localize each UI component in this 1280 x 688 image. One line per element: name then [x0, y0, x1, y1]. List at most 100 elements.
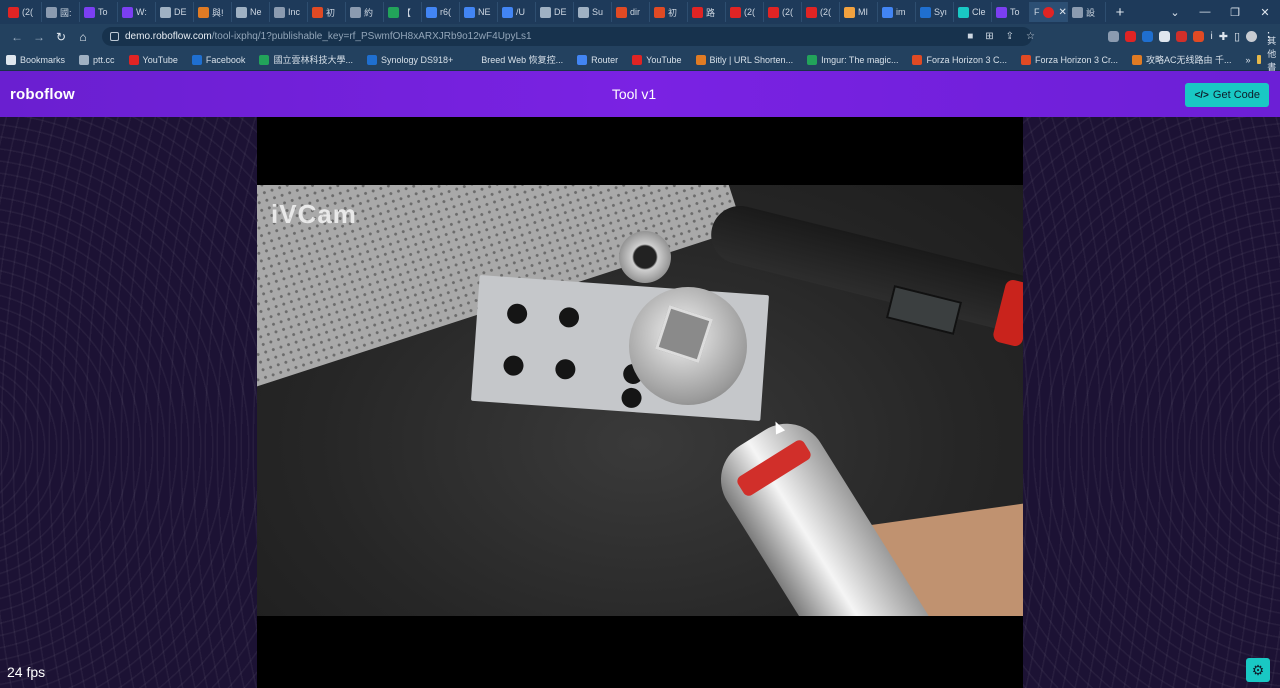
- bookmark-favicon-icon: [259, 54, 270, 65]
- browser-tab[interactable]: Ne: [232, 2, 270, 22]
- tab-label: im: [896, 7, 906, 17]
- browser-tab[interactable]: Su: [574, 2, 612, 22]
- bookmark-item[interactable]: 攻略AC无线路由 千...: [1132, 53, 1232, 66]
- info-icon[interactable]: i: [1210, 31, 1212, 42]
- browser-tab[interactable]: MI: [840, 2, 878, 22]
- browser-tab[interactable]: DE: [156, 2, 194, 22]
- wrench-socket: [619, 231, 671, 283]
- folder-icon: [1256, 55, 1262, 64]
- tab-label: DE: [174, 7, 187, 17]
- bookmark-label: 攻略AC无线路由 千...: [1146, 55, 1232, 65]
- new-tab-button[interactable]: +: [1110, 4, 1130, 21]
- window-controls: ⌄ — ❐ ✕: [1160, 0, 1280, 24]
- bookmark-item[interactable]: YouTube: [128, 54, 178, 65]
- restore-button[interactable]: ❐: [1220, 6, 1250, 19]
- extension-icon[interactable]: [1142, 31, 1154, 42]
- code-icon: </>: [1194, 89, 1209, 101]
- bookmark-favicon-icon: [467, 54, 478, 65]
- browser-tab[interactable]: (2(: [726, 2, 764, 22]
- bookmark-item[interactable]: Synology DS918+: [366, 54, 453, 65]
- side-panel-icon[interactable]: ▯: [1234, 30, 1240, 43]
- browser-tab[interactable]: Inc: [270, 2, 308, 22]
- tab-favicon-icon: [46, 6, 57, 18]
- bookmark-item[interactable]: Imgur: The magic...: [807, 54, 898, 65]
- browser-tab[interactable]: 初: [308, 2, 346, 22]
- bookmark-item[interactable]: Bitly | URL Shorten...: [695, 54, 793, 65]
- tab-search-icon[interactable]: ⌄: [1160, 6, 1190, 19]
- home-icon[interactable]: ⌂: [72, 30, 94, 44]
- bookmark-item[interactable]: Breed Web 恢复控...: [467, 53, 563, 66]
- bookmark-item[interactable]: Facebook: [191, 54, 245, 65]
- tab-label: F: [1034, 7, 1040, 17]
- tab-label: (2(: [820, 7, 831, 17]
- tab-favicon-icon: [122, 6, 133, 18]
- bookmark-item[interactable]: Forza Horizon 3 C...: [912, 54, 1007, 65]
- bookmark-label: Forza Horizon 3 Cr...: [1034, 54, 1119, 65]
- browser-tab[interactable]: To: [80, 2, 118, 22]
- bookmark-item[interactable]: YouTube: [632, 54, 682, 65]
- tab-favicon-icon: [958, 6, 969, 18]
- tab-favicon-icon: [160, 6, 171, 18]
- browser-tab[interactable]: /U: [498, 2, 536, 22]
- webcam-video-feed[interactable]: iVCam: [257, 185, 1023, 616]
- tab-label: /U: [516, 7, 525, 17]
- puzzle-icon[interactable]: ✚: [1219, 30, 1228, 43]
- browser-tab[interactable]: (2(: [802, 2, 840, 22]
- browser-tab[interactable]: r6(: [422, 2, 460, 22]
- close-window-button[interactable]: ✕: [1250, 6, 1280, 19]
- browser-tab[interactable]: dir: [612, 2, 650, 22]
- browser-tab[interactable]: 國:: [42, 2, 80, 22]
- browser-tab[interactable]: 初: [650, 2, 688, 22]
- active-browser-tab[interactable]: F ✕: [1030, 2, 1068, 22]
- extension-icon[interactable]: [1125, 31, 1137, 42]
- browser-tab[interactable]: W:: [118, 2, 156, 22]
- camera-icon[interactable]: ■: [967, 31, 973, 42]
- url-host: demo.roboflow.com: [125, 31, 212, 42]
- tab-favicon-icon: [616, 6, 627, 18]
- bookmark-star-icon[interactable]: ☆: [1026, 31, 1035, 42]
- browser-tab[interactable]: 與!: [194, 2, 232, 22]
- get-code-button[interactable]: </> Get Code: [1185, 83, 1269, 107]
- tab-favicon-icon: [426, 6, 437, 18]
- app-header: roboflow Tool v1 </> Get Code: [0, 71, 1280, 117]
- browser-tab[interactable]: 設: [1068, 2, 1106, 22]
- share-icon[interactable]: ⇪: [1006, 31, 1014, 42]
- browser-tab[interactable]: Cle: [954, 2, 992, 22]
- lock-icon[interactable]: [110, 32, 119, 41]
- extension-icon[interactable]: [1176, 31, 1188, 42]
- browser-tab[interactable]: NE: [460, 2, 498, 22]
- browser-tab[interactable]: (2(: [764, 2, 802, 22]
- forward-icon[interactable]: →: [28, 30, 50, 44]
- extension-icon[interactable]: [1159, 31, 1171, 42]
- browser-tab[interactable]: Syı: [916, 2, 954, 22]
- browser-tab[interactable]: DE: [536, 2, 574, 22]
- bookmarks-more-icon[interactable]: »: [1246, 55, 1251, 65]
- bookmark-item[interactable]: ptt.cc: [79, 54, 115, 65]
- tab-favicon-icon: [540, 6, 551, 18]
- browser-tab[interactable]: 路: [688, 2, 726, 22]
- close-tab-icon[interactable]: ✕: [1059, 7, 1067, 18]
- reload-icon[interactable]: ↻: [50, 30, 72, 44]
- browser-tab[interactable]: 【: [384, 2, 422, 22]
- bookmark-item[interactable]: Forza Horizon 3 Cr...: [1020, 54, 1119, 65]
- browser-tab[interactable]: To: [992, 2, 1030, 22]
- browser-tab[interactable]: im: [878, 2, 916, 22]
- settings-button[interactable]: ⚙: [1246, 658, 1270, 682]
- bookmark-item[interactable]: 國立雲林科技大學...: [259, 53, 353, 66]
- bookmark-label: Forza Horizon 3 C...: [926, 54, 1007, 65]
- back-icon[interactable]: ←: [6, 30, 28, 44]
- browser-tab[interactable]: (2(: [4, 2, 42, 22]
- extension-icon[interactable]: [1193, 31, 1205, 42]
- minimize-button[interactable]: —: [1190, 6, 1220, 18]
- bookmark-favicon-icon: [366, 54, 377, 65]
- browser-tab[interactable]: 約: [346, 2, 384, 22]
- extension-icon[interactable]: [1108, 31, 1120, 42]
- ivcam-watermark: iVCam: [271, 199, 357, 229]
- address-bar[interactable]: demo.roboflow.com/tool-ixphq/1?publishab…: [102, 27, 1032, 46]
- bookmark-item[interactable]: Router: [577, 54, 618, 65]
- bookmark-item[interactable]: Bookmarks: [6, 54, 65, 65]
- fps-counter: 24 fps: [7, 664, 46, 680]
- tab-label: MI: [858, 7, 868, 17]
- tab-favicon-icon: [654, 6, 665, 18]
- translate-icon[interactable]: ⊞: [985, 31, 993, 42]
